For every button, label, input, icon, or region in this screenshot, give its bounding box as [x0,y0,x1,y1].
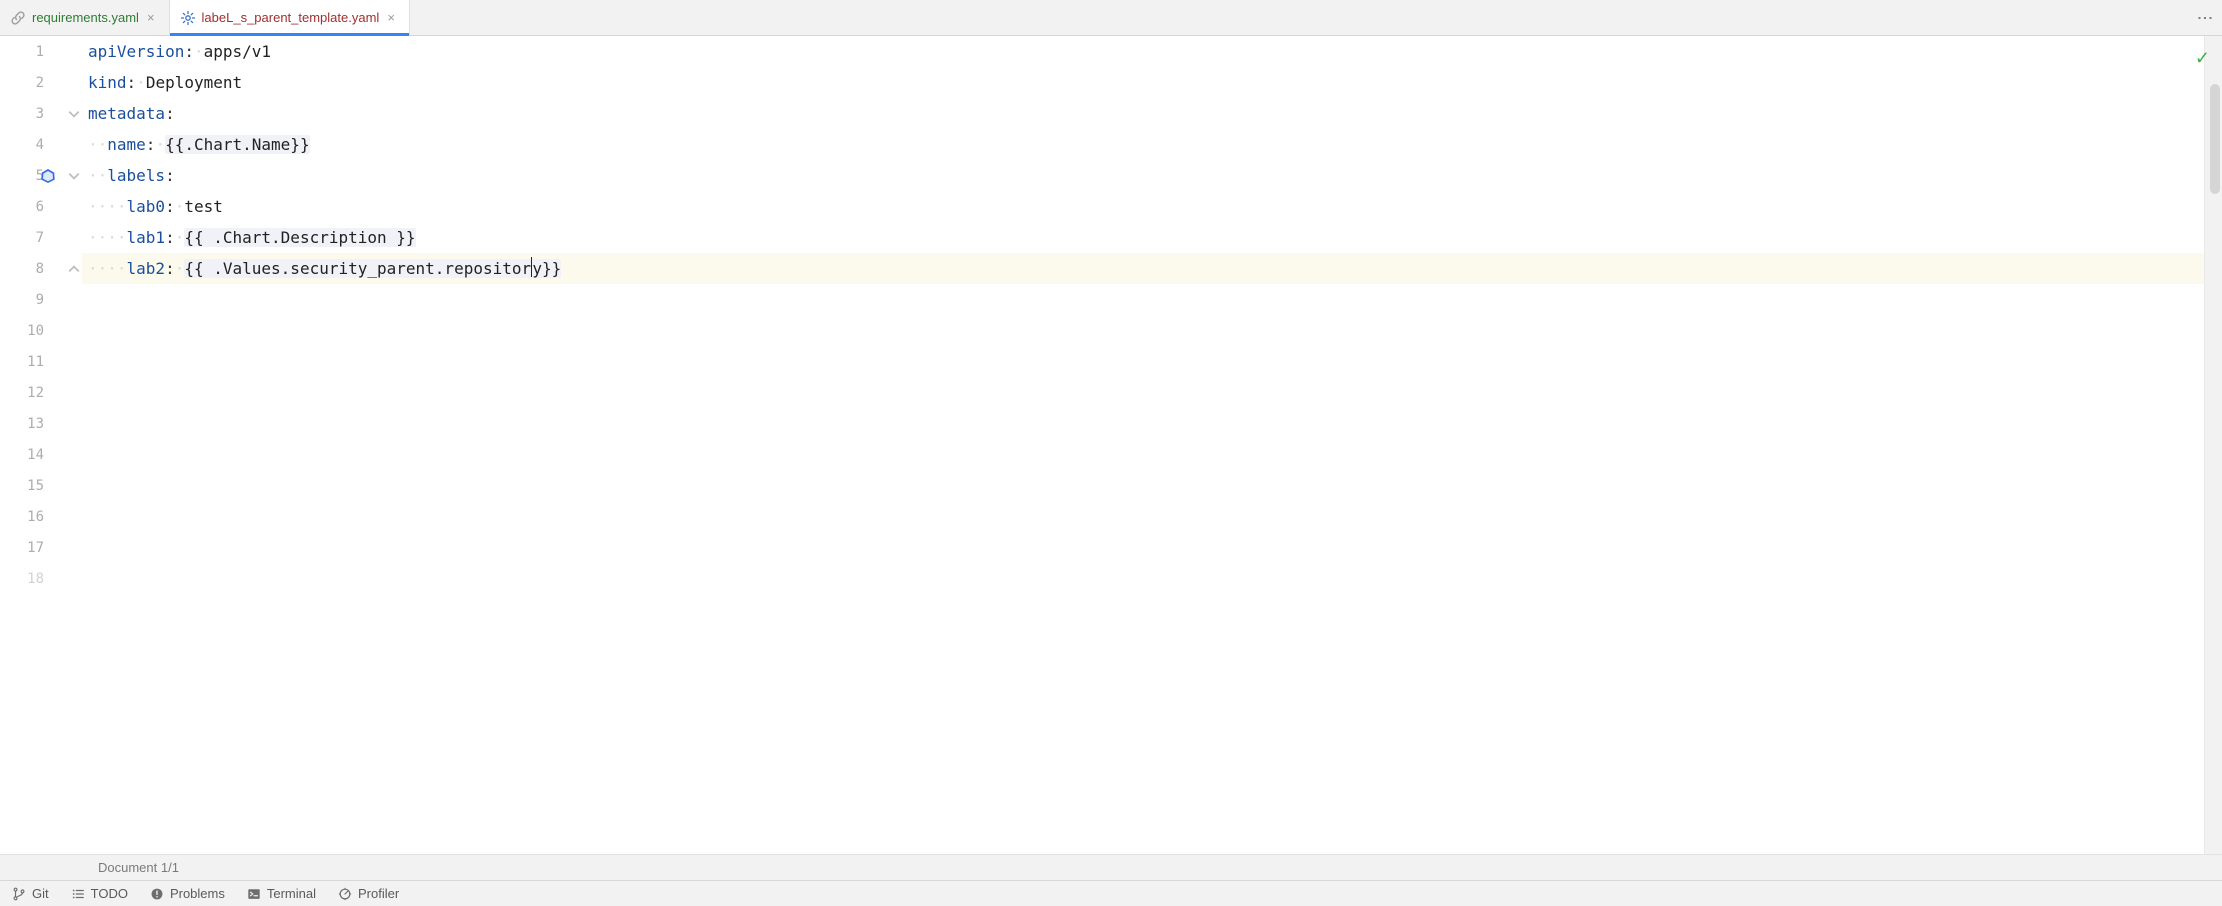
line-number[interactable]: 4 [0,129,82,160]
line-number[interactable]: 9 [0,284,82,315]
kebab-icon: ⋮ [2202,10,2206,26]
close-icon[interactable]: × [385,11,397,24]
profiler-icon [338,887,352,901]
line-number[interactable]: 6 [0,191,82,222]
terminal-icon [247,887,261,901]
todo-tool[interactable]: TODO [71,886,128,901]
line-number[interactable]: 14 [0,439,82,470]
line-number[interactable]: 13 [0,408,82,439]
line-number[interactable]: 8 [0,253,82,284]
line-number[interactable]: 16 [0,501,82,532]
line-number[interactable]: 3 [0,98,82,129]
line-number[interactable]: 12 [0,377,82,408]
gutter: 1 2 3 4 5 6 7 8 9 10 11 12 13 14 15 [0,36,82,854]
right-rail[interactable] [2204,36,2222,854]
tab-label: labeL_s_parent_template.yaml [202,10,380,25]
breadcrumb-text: Document 1/1 [98,860,179,875]
tab-overflow-button[interactable]: ⋮ [2186,0,2222,35]
gear-icon [180,10,196,26]
line-number[interactable]: 15 [0,470,82,501]
tab-spacer [410,0,2186,35]
editor: 1 2 3 4 5 6 7 8 9 10 11 12 13 14 15 [0,36,2222,854]
fold-open-icon[interactable] [68,108,80,120]
fold-open-icon[interactable] [68,170,80,182]
scrollbar-thumb[interactable] [2210,84,2220,194]
terminal-tool[interactable]: Terminal [247,886,316,901]
tool-label: Git [32,886,49,901]
warning-icon [150,887,164,901]
line-number[interactable]: 11 [0,346,82,377]
list-icon [71,887,85,901]
check-icon[interactable]: ✓ [2195,48,2210,69]
tab-label-template[interactable]: labeL_s_parent_template.yaml × [170,0,410,35]
tab-bar: requirements.yaml × labeL_s_parent_templ… [0,0,2222,36]
line-number[interactable]: 5 [0,160,82,191]
tool-label: Terminal [267,886,316,901]
code-area[interactable]: apiVersion:·apps/v1 kind:·Deployment met… [82,36,2204,854]
line-number[interactable]: 2 [0,67,82,98]
line-number[interactable]: 1 [0,36,82,67]
problems-tool[interactable]: Problems [150,886,225,901]
tab-label: requirements.yaml [32,10,139,25]
git-tool[interactable]: Git [12,886,49,901]
line-number[interactable]: 10 [0,315,82,346]
tool-label: Profiler [358,886,399,901]
line-number[interactable]: 7 [0,222,82,253]
line-number[interactable]: 18 [0,563,82,594]
bottom-toolbar: Git TODO Problems Terminal Profiler [0,880,2222,906]
profiler-tool[interactable]: Profiler [338,886,399,901]
tool-label: TODO [91,886,128,901]
line-number[interactable]: 17 [0,532,82,563]
breadcrumb[interactable]: Document 1/1 [0,854,2222,880]
tab-requirements[interactable]: requirements.yaml × [0,0,170,35]
kubernetes-icon[interactable] [40,168,56,184]
fold-close-icon[interactable] [68,263,80,275]
close-icon[interactable]: × [145,11,157,24]
git-branch-icon [12,887,26,901]
tool-label: Problems [170,886,225,901]
link-icon [10,10,26,26]
